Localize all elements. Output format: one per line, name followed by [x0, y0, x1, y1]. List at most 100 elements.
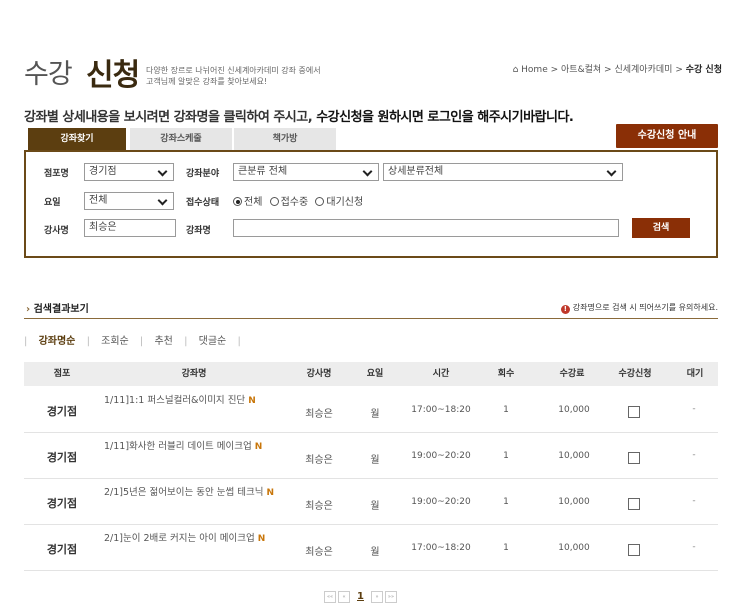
breadcrumb-current: 수강 신청	[685, 65, 722, 75]
row-fee: 10,000	[558, 451, 590, 461]
course-name-input[interactable]	[233, 219, 619, 237]
radio-unchecked-icon	[315, 197, 325, 206]
table-row: 경기점 1/11]1:1 퍼스널컬러&이미지 진단 N 최승은 월 17:00~…	[24, 386, 718, 433]
minor-category-value: 상세분류전체	[388, 166, 444, 177]
prev-page-button[interactable]: «	[338, 590, 350, 603]
row-day: 월	[370, 409, 380, 420]
branch-label: 점포명	[44, 169, 69, 179]
notice-part-1: 강좌별 상세내용을 보시려면 강좌명을 클릭하여 주시고,	[24, 110, 317, 125]
course-name-link[interactable]: 1/11]화사한 러블리 데이트 메이크업	[104, 441, 252, 452]
page-title-strong: 신청	[86, 58, 140, 93]
col-teacher: 강사명	[306, 369, 332, 379]
breadcrumb: ⌂ Home > 아트&컬쳐 > 신세계아카데미 > 수강 신청	[513, 62, 722, 75]
teacher-input[interactable]: 최승은	[84, 219, 176, 237]
day-select[interactable]: 전체	[84, 192, 174, 210]
sort-by-comments[interactable]: 댓글순	[199, 336, 227, 347]
col-wait: 대기	[686, 369, 704, 379]
search-button[interactable]: 검색	[632, 218, 690, 238]
row-course-name[interactable]: 1/11]화사한 러블리 데이트 메이크업 N	[104, 440, 280, 454]
course-name-link[interactable]: 1/11]1:1 퍼스널컬러&이미지 진단	[104, 395, 245, 406]
row-wait: -	[692, 542, 696, 552]
col-apply: 수강신청	[618, 369, 652, 379]
current-page[interactable]: 1	[357, 591, 364, 602]
apply-checkbox[interactable]	[628, 544, 642, 556]
apply-checkbox[interactable]	[628, 406, 642, 418]
teacher-input-value: 최승은	[89, 222, 117, 233]
row-fee: 10,000	[558, 497, 590, 507]
tab-course-search[interactable]: 강좌찾기	[28, 128, 126, 150]
last-page-button[interactable]: »»	[384, 590, 397, 603]
row-course-name[interactable]: 1/11]1:1 퍼스널컬러&이미지 진단 N	[104, 394, 280, 408]
col-count: 회수	[497, 369, 515, 379]
first-page-button[interactable]: ««	[324, 590, 336, 603]
sort-sep: |	[237, 336, 241, 347]
row-teacher: 최승은	[305, 547, 333, 558]
sort-by-views[interactable]: 조회순	[101, 336, 129, 347]
new-badge: N	[266, 488, 275, 498]
row-branch: 경기점	[46, 451, 78, 464]
next-page-button[interactable]: »	[370, 590, 383, 603]
col-branch: 점포	[53, 369, 71, 379]
minor-category-select[interactable]: 상세분류전체	[383, 163, 623, 181]
breadcrumb-level2[interactable]: 신세계아카데미	[614, 65, 672, 75]
sort-by-recommend[interactable]: 추천	[154, 336, 172, 347]
page-description: 다양한 장르로 나뉘어진 신세계아카데미 강좌 중에서 고객님께 알맞은 강좌를…	[146, 65, 321, 87]
login-notice: 강좌별 상세내용을 보시려면 강좌명을 클릭하여 주시고, 수강신청을 원하시면…	[24, 106, 574, 125]
row-fee: 10,000	[558, 405, 590, 415]
status-open-label: 접수중	[280, 197, 309, 208]
page-title-light: 수강	[24, 59, 73, 90]
description-line-2: 고객님께 알맞은 강좌를 찾아보세요!	[146, 77, 268, 86]
status-radio-open[interactable]: 접수중	[269, 197, 309, 208]
sort-sep: |	[24, 336, 28, 347]
row-course-name[interactable]: 2/1]눈이 2배로 커지는 아이 메이크업 N	[104, 532, 280, 546]
status-radio-waitlist[interactable]: 대기신청	[315, 197, 363, 208]
teacher-label: 강사명	[44, 226, 69, 236]
row-course-name[interactable]: 2/1]5년은 젊어보이는 동안 눈썹 테크닉 N	[104, 486, 280, 500]
col-time: 시간	[432, 369, 450, 379]
description-line-1: 다양한 장르로 나뉘어진 신세계아카데미 강좌 중에서	[146, 66, 321, 75]
sort-by-name[interactable]: 강좌명순	[39, 336, 76, 347]
apply-checkbox[interactable]	[628, 452, 642, 464]
row-wait: -	[692, 450, 696, 460]
row-count: 1	[503, 451, 509, 461]
course-name-link[interactable]: 2/1]5년은 젊어보이는 동안 눈썹 테크닉	[104, 487, 263, 498]
branch-select[interactable]: 경기점	[84, 163, 174, 181]
col-course-name: 강좌명	[181, 369, 207, 379]
spacing-warning: ! 강좌명으로 검색 시 띄어쓰기를 유의하세요.	[560, 302, 718, 314]
course-name-link[interactable]: 2/1]눈이 2배로 커지는 아이 메이크업	[104, 533, 255, 544]
breadcrumb-sep: >	[604, 65, 612, 75]
checkbox-icon	[628, 544, 640, 556]
table-row: 경기점 2/1]눈이 2배로 커지는 아이 메이크업 N 최승은 월 17:00…	[24, 524, 718, 571]
status-radio-all[interactable]: 전체	[233, 197, 262, 208]
results-table-header: 점포 강좌명 강사명 요일 시간 회수 수강료 수강신청 대기	[24, 362, 718, 386]
row-time: 19:00~20:20	[411, 497, 471, 507]
breadcrumb-level1[interactable]: 아트&컬쳐	[561, 65, 601, 75]
results-title: › 검색결과보기	[26, 300, 89, 315]
notice-part-2: 수강신청을 원하시면 로그인을 해주시기바랍니다.	[316, 110, 574, 125]
results-title-text: 검색결과보기	[33, 304, 89, 315]
row-wait: -	[692, 404, 696, 414]
tab-course-schedule[interactable]: 강좌스케줄	[130, 128, 232, 150]
course-name-label: 강좌명	[186, 226, 211, 236]
warning-text: 강좌명으로 검색 시 띄어쓰기를 유의하세요.	[572, 303, 718, 312]
apply-checkbox[interactable]	[628, 498, 642, 510]
day-select-value: 전체	[89, 195, 108, 206]
day-label: 요일	[44, 198, 61, 208]
radio-checked-icon	[233, 197, 242, 206]
major-category-select[interactable]: 큰분류 전체	[233, 163, 379, 181]
enrollment-guide-button[interactable]: 수강신청 안내	[616, 124, 718, 148]
row-time: 17:00~18:20	[411, 405, 471, 415]
row-teacher: 최승은	[305, 409, 333, 420]
row-branch: 경기점	[46, 405, 78, 418]
status-radio-group: 전체 접수중 대기신청	[233, 193, 363, 208]
row-count: 1	[503, 497, 509, 507]
row-teacher: 최승은	[305, 455, 333, 466]
row-count: 1	[503, 405, 509, 415]
branch-select-value: 경기점	[89, 166, 117, 177]
new-badge: N	[254, 442, 263, 452]
breadcrumb-home[interactable]: Home	[521, 65, 548, 75]
row-day: 월	[370, 455, 380, 466]
pagination: «« « 1 »»»	[324, 586, 399, 603]
tab-bookbag[interactable]: 책가방	[234, 128, 336, 150]
table-row: 경기점 1/11]화사한 러블리 데이트 메이크업 N 최승은 월 19:00~…	[24, 432, 718, 479]
